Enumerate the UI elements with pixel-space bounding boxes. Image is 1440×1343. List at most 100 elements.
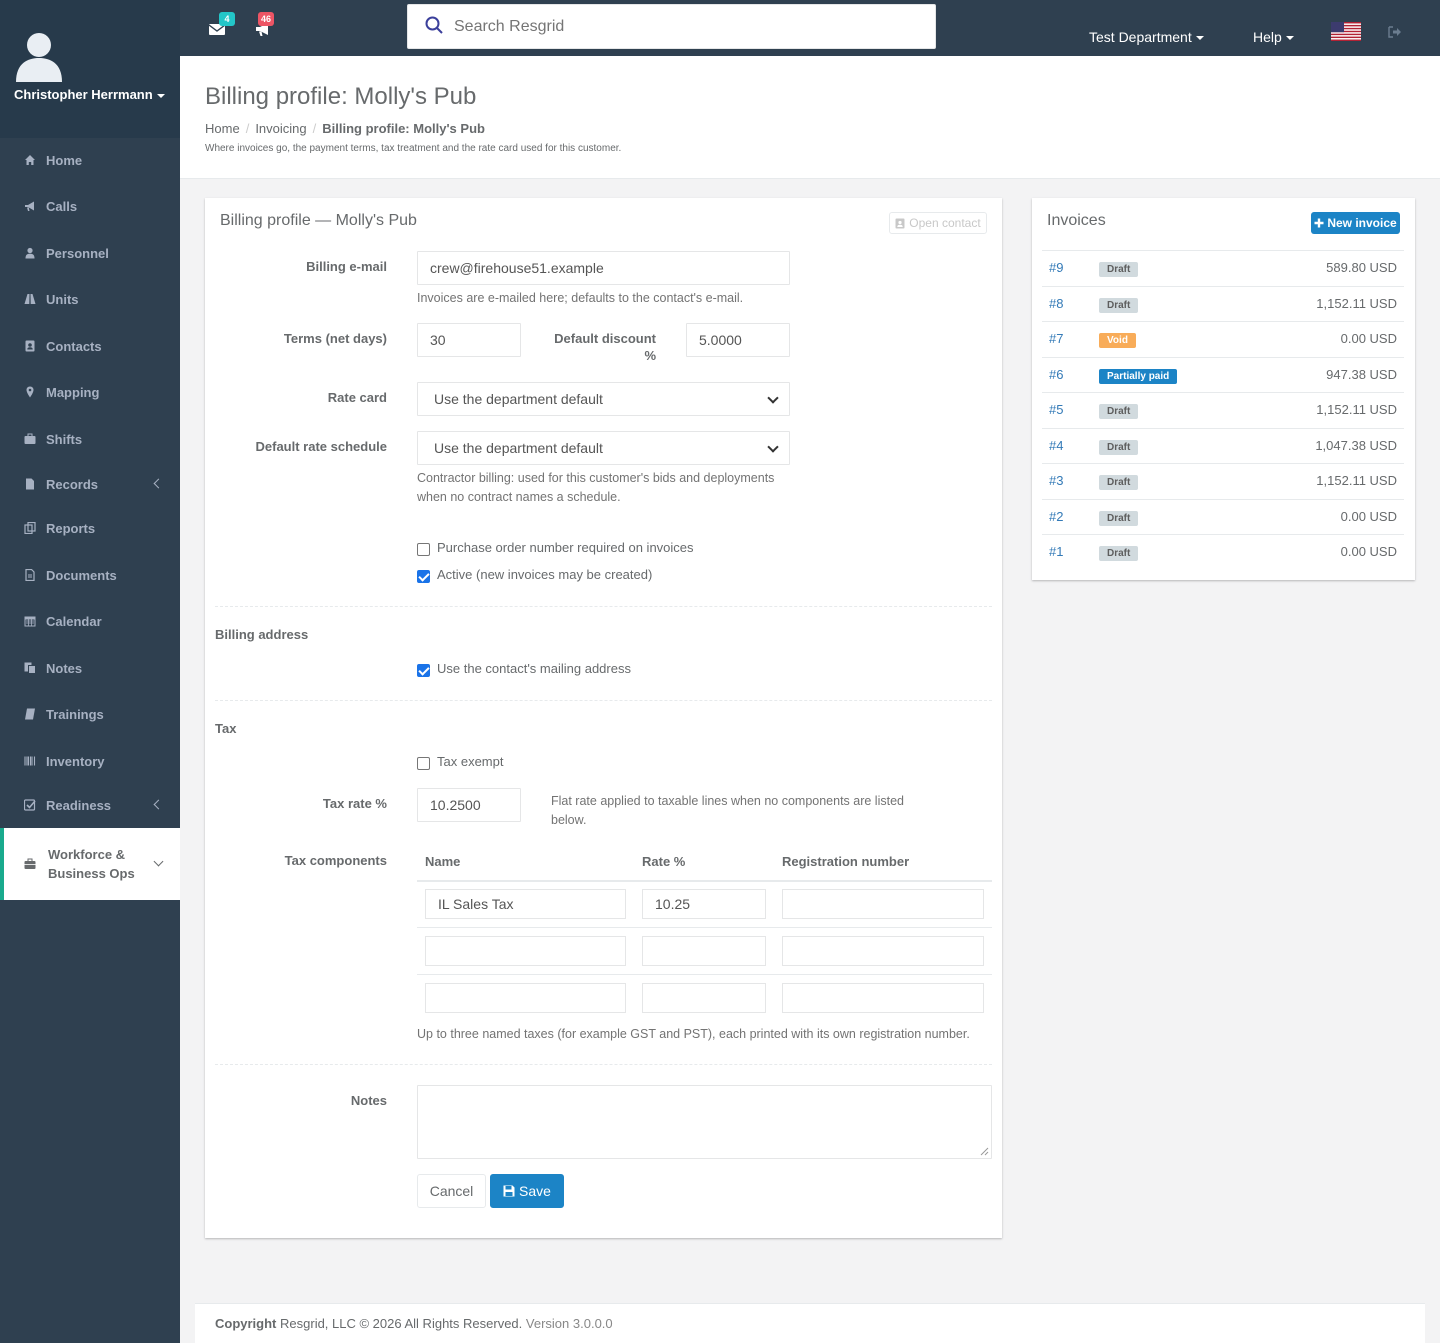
invoice-number-link[interactable]: #4 (1049, 438, 1063, 453)
department-menu[interactable]: Test Department (1089, 29, 1204, 45)
invoice-number-link[interactable]: #5 (1049, 402, 1063, 417)
invoice-row[interactable]: #6 Partially paid 947.38 USD (1042, 356, 1404, 392)
invoice-number-link[interactable]: #6 (1049, 367, 1063, 382)
breadcrumb-home[interactable]: Home (205, 121, 240, 136)
invoice-status-badge: Draft (1099, 404, 1139, 419)
invoice-number-link[interactable]: #7 (1049, 331, 1063, 346)
nav-readiness[interactable]: Readiness (0, 793, 180, 817)
billing-email-help: Invoices are e-mailed here; defaults to … (417, 291, 744, 305)
invoice-row[interactable]: #2 Draft 0.00 USD (1042, 498, 1404, 534)
rate-card-select[interactable]: Use the department default (417, 382, 790, 416)
help-menu[interactable]: Help (1253, 29, 1294, 45)
invoice-row[interactable]: #1 Draft 0.00 USD (1042, 534, 1404, 569)
tax-component-registration-field[interactable] (782, 983, 984, 1013)
invoice-amount: 947.38 USD (1326, 366, 1397, 382)
copyright-text: Resgrid, LLC © 2026 All Rights Reserved. (280, 1316, 523, 1331)
us-flag-icon[interactable] (1331, 22, 1361, 41)
invoice-number-link[interactable]: #9 (1049, 260, 1063, 275)
use-mailing-address-checkbox[interactable] (417, 664, 430, 677)
save-button[interactable]: Save (490, 1174, 564, 1208)
barcode-icon (24, 756, 36, 766)
breadcrumb-invoicing[interactable]: Invoicing (255, 121, 306, 136)
billing-email-field[interactable]: crew@firehouse51.example (417, 251, 790, 285)
home-icon (25, 155, 35, 165)
open-contact-button[interactable]: Open contact (889, 212, 987, 234)
resize-handle-icon[interactable] (979, 1146, 989, 1156)
invoice-row[interactable]: #8 Draft 1,152.11 USD (1042, 285, 1404, 321)
nav-mapping[interactable]: Mapping (0, 380, 180, 404)
nav-units[interactable]: Units (0, 287, 180, 311)
nav-calendar[interactable]: Calendar (0, 609, 180, 633)
nav-trainings[interactable]: Trainings (0, 702, 180, 726)
invoice-number-link[interactable]: #8 (1049, 296, 1063, 311)
nav-personnel[interactable]: Personnel (0, 241, 180, 265)
invoice-status-badge: Draft (1099, 297, 1139, 313)
cancel-button[interactable]: Cancel (417, 1174, 486, 1208)
nav-inventory[interactable]: Inventory (0, 749, 180, 773)
rate-schedule-select[interactable]: Use the department default (417, 431, 790, 465)
nav-contacts[interactable]: Contacts (0, 334, 180, 358)
invoice-row[interactable]: #7 Void 0.00 USD (1042, 321, 1404, 356)
tax-component-rate-field[interactable] (642, 983, 766, 1013)
nav-label: Readiness (46, 797, 112, 813)
tax-rate-help-line1: Flat rate applied to taxable lines when … (551, 794, 904, 808)
notes-label: Notes (350, 1093, 387, 1108)
terms-field[interactable]: 30 (417, 323, 521, 357)
default-discount-label-line1: Default discount (554, 331, 656, 346)
nav-reports[interactable]: Reports (0, 516, 180, 540)
tax-component-rate-field[interactable] (642, 936, 766, 966)
sign-out-icon[interactable] (1388, 26, 1402, 38)
address-book-icon (25, 340, 35, 352)
rate-schedule-label: Default rate schedule (255, 439, 388, 454)
invoice-row[interactable]: #4 Draft 1,047.38 USD (1042, 427, 1404, 463)
tax-component-name-field[interactable]: IL Sales Tax (425, 889, 626, 919)
map-marker-icon (26, 386, 34, 398)
briefcase-icon (24, 433, 36, 444)
new-invoice-button[interactable]: New invoice (1311, 212, 1400, 234)
nav-label: Workforce & Business Ops (48, 847, 135, 881)
tax-rate-field[interactable]: 10.2500 (417, 788, 521, 822)
nav-documents[interactable]: Documents (0, 563, 180, 587)
user-menu[interactable]: Christopher Herrmann (14, 87, 165, 102)
file-icon (26, 478, 34, 490)
nav-label: Contacts (46, 338, 102, 354)
new-invoice-label: New invoice (1327, 216, 1397, 230)
divider (215, 1064, 992, 1065)
tax-component-registration-field[interactable] (782, 889, 984, 919)
invoice-number-link[interactable]: #2 (1049, 509, 1063, 524)
reports-icon (24, 522, 36, 534)
plus-icon (1314, 218, 1324, 228)
tax-exempt-checkbox[interactable] (417, 757, 430, 770)
nav-shifts[interactable]: Shifts (0, 427, 180, 451)
invoice-status-badge: Draft (1099, 439, 1139, 455)
invoice-row[interactable]: #3 Draft 1,152.11 USD (1042, 463, 1404, 498)
search-icon (425, 16, 443, 34)
tax-component-rate-field[interactable]: 10.25 (642, 889, 766, 919)
active-checkbox[interactable] (417, 570, 430, 583)
nav-label: Mapping (46, 384, 100, 400)
nav-records[interactable]: Records (0, 472, 180, 496)
breadcrumb: Home / Invoicing / Billing profile: Molly's … (205, 121, 485, 136)
nav-workforce-business-ops[interactable]: Workforce & Business Ops (0, 828, 180, 900)
nav-calls[interactable]: Calls (0, 194, 180, 218)
invoice-status-badge: Draft (1099, 262, 1139, 277)
tax-components-label: Tax components (284, 853, 387, 868)
nav-label: Records (46, 476, 99, 492)
nav-home[interactable]: Home (0, 148, 180, 172)
nav-notes[interactable]: Notes (0, 656, 180, 680)
profile-header: Christopher Herrmann (0, 0, 180, 138)
default-discount-field[interactable]: 5.0000 (686, 323, 790, 357)
invoice-number-link[interactable]: #1 (1049, 544, 1063, 559)
tax-rate-label: Tax rate % (322, 796, 387, 811)
invoice-amount: 1,047.38 USD (1315, 437, 1397, 453)
po-required-checkbox[interactable] (417, 543, 430, 556)
tax-component-registration-field[interactable] (782, 936, 984, 966)
tax-component-name-field[interactable] (425, 983, 626, 1013)
search-input[interactable] (454, 15, 914, 39)
tax-component-name-field[interactable] (425, 936, 626, 966)
invoice-amount: 1,152.11 USD (1316, 295, 1397, 311)
notes-textarea[interactable] (417, 1085, 992, 1159)
invoice-row[interactable]: #9 Draft 589.80 USD (1042, 250, 1404, 285)
invoice-row[interactable]: #5 Draft 1,152.11 USD (1042, 392, 1404, 427)
invoice-number-link[interactable]: #3 (1049, 473, 1063, 488)
